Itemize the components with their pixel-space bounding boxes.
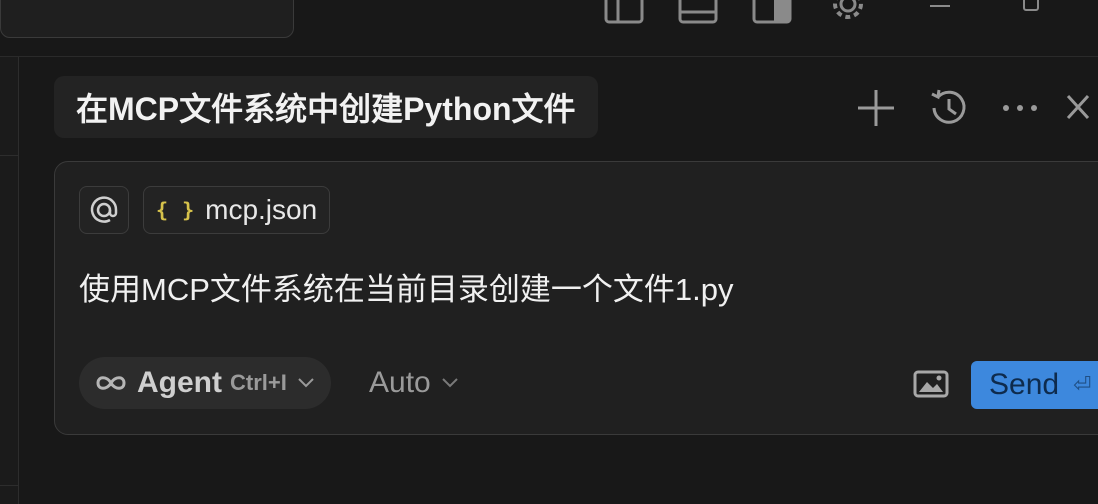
mode-label: Agent (137, 366, 222, 399)
title-bar (0, 0, 1098, 57)
at-icon (90, 196, 118, 223)
toggle-panel-icon[interactable] (678, 0, 718, 26)
history-icon (931, 89, 966, 124)
add-context-button[interactable] (79, 186, 129, 234)
more-options-button[interactable] (994, 82, 1046, 134)
toggle-secondary-sidebar-icon[interactable] (752, 0, 792, 26)
restore-icon[interactable] (1020, 0, 1044, 16)
chat-title[interactable]: 在MCP文件系统中创建Python文件 (54, 76, 598, 138)
send-label: Send (989, 368, 1060, 401)
image-icon (913, 370, 949, 398)
model-label: Auto (369, 366, 431, 399)
send-button[interactable]: Send ⏎ (971, 361, 1098, 409)
model-selector-button[interactable]: Auto (369, 357, 459, 409)
chevron-down-icon (298, 378, 314, 388)
attach-image-button[interactable] (911, 368, 951, 400)
enter-key-icon: ⏎ (1073, 372, 1092, 397)
chevron-down-icon (442, 378, 458, 388)
settings-gear-icon[interactable] (824, 0, 872, 26)
context-file-name: mcp.json (205, 194, 318, 225)
toggle-primary-sidebar-icon[interactable] (604, 0, 644, 26)
minimize-icon[interactable] (928, 0, 952, 12)
chat-history-button[interactable] (922, 82, 974, 134)
command-search-box[interactable] (0, 0, 294, 38)
close-chat-button[interactable] (1066, 82, 1090, 134)
context-file-chip[interactable]: { } mcp.json (143, 186, 331, 234)
editor-edge-panel (0, 57, 19, 504)
chat-header-actions (850, 82, 1090, 134)
mode-selector-button[interactable]: Agent Ctrl+I (79, 357, 331, 409)
infinity-icon (96, 376, 126, 390)
chat-composer: { } mcp.json 使用MCP文件系统在当前目录创建一个文件1.py Ag… (54, 161, 1098, 435)
more-icon (1003, 105, 1037, 111)
close-icon (1066, 94, 1090, 120)
plus-icon (858, 90, 894, 126)
mode-shortcut: Ctrl+I (230, 370, 287, 395)
json-braces-icon: { } (156, 198, 196, 222)
prompt-input[interactable]: 使用MCP文件系统在当前目录创建一个文件1.py (79, 264, 733, 309)
new-chat-button[interactable] (850, 82, 902, 134)
